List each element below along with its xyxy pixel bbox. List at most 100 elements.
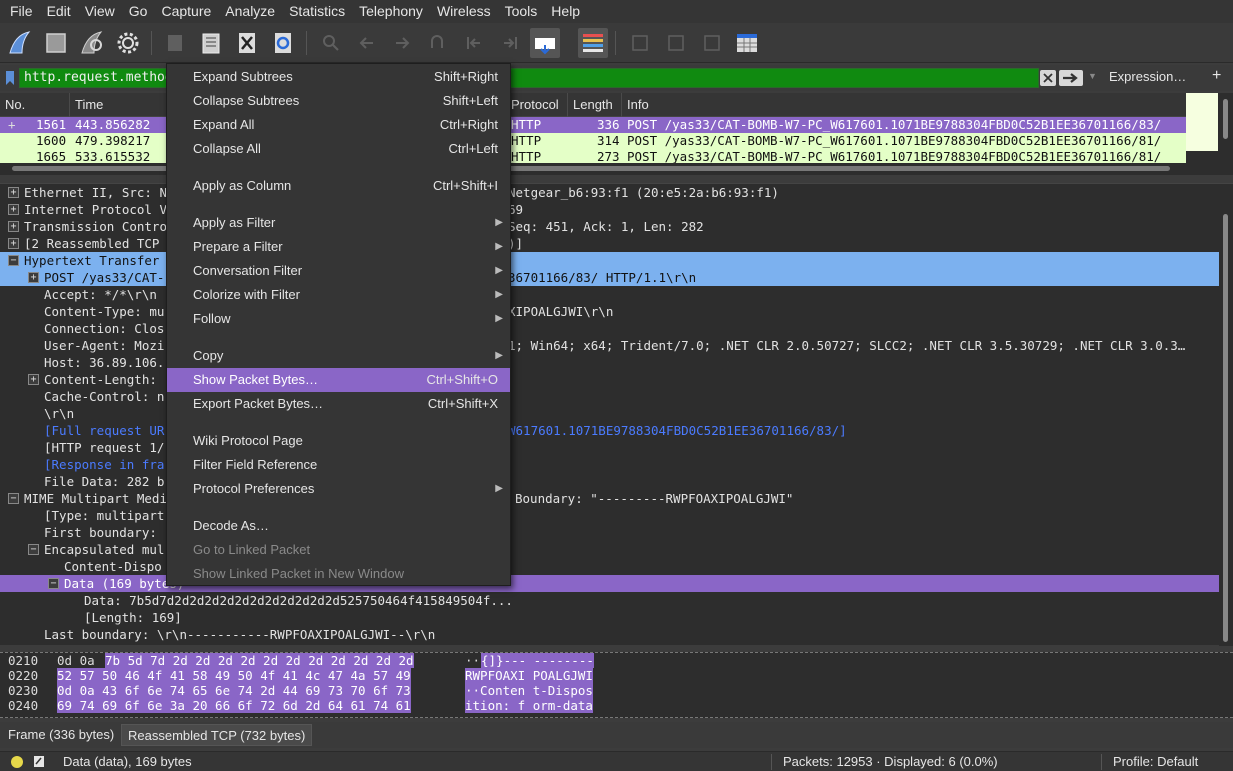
expand-icon[interactable]: + bbox=[28, 272, 39, 283]
menubar: File Edit View Go Capture Analyze Statis… bbox=[0, 0, 1233, 23]
menu-item-prepare-a-filter[interactable]: Prepare a Filter ▶ bbox=[167, 235, 510, 259]
clear-filter-icon[interactable] bbox=[1040, 70, 1056, 86]
menu-item-collapse-all[interactable]: Collapse All Ctrl+Left bbox=[167, 137, 510, 161]
go-back-icon[interactable] bbox=[352, 28, 382, 58]
menu-item-wiki-protocol-page[interactable]: Wiki Protocol Page bbox=[167, 429, 510, 453]
collapse-icon[interactable]: − bbox=[8, 493, 19, 504]
related-packet-icon: + bbox=[8, 117, 16, 132]
capture-comment-icon[interactable] bbox=[33, 755, 45, 768]
expand-icon[interactable]: + bbox=[8, 204, 19, 215]
collapse-icon[interactable]: − bbox=[28, 544, 39, 555]
expand-icon[interactable]: + bbox=[8, 221, 19, 232]
resize-columns-icon[interactable] bbox=[732, 28, 762, 58]
selected-field-info: Data (data), 169 bytes bbox=[63, 754, 192, 769]
packet-info: POST /yas33/CAT-BOMB-W7-PC_W617601.1071B… bbox=[627, 117, 1162, 132]
tab-reassembled-tcp[interactable]: Reassembled TCP (732 bytes) bbox=[121, 724, 313, 746]
menu-tools[interactable]: Tools bbox=[498, 0, 545, 23]
menu-item-show-packet-bytes[interactable]: Show Packet Bytes… Ctrl+Shift+O bbox=[167, 368, 510, 392]
bookmark-icon[interactable] bbox=[3, 69, 17, 87]
menu-telephony[interactable]: Telephony bbox=[352, 0, 430, 23]
menu-item-filter-field-reference[interactable]: Filter Field Reference bbox=[167, 453, 510, 477]
first-packet-icon[interactable] bbox=[459, 28, 489, 58]
close-file-icon[interactable] bbox=[232, 28, 262, 58]
menu-item-expand-all[interactable]: Expand All Ctrl+Right bbox=[167, 113, 510, 137]
expand-icon[interactable]: + bbox=[8, 187, 19, 198]
go-forward-icon[interactable] bbox=[387, 28, 417, 58]
tree-item[interactable]: Data: 7b5d7d2d2d2d2d2d2d2d2d2d2d2d525750… bbox=[0, 592, 1219, 609]
menu-item-apply-as-filter[interactable]: Apply as Filter ▶ bbox=[167, 211, 510, 235]
save-file-icon[interactable] bbox=[196, 28, 226, 58]
last-packet-icon[interactable] bbox=[495, 28, 525, 58]
menu-help[interactable]: Help bbox=[544, 0, 587, 23]
menu-item-copy[interactable]: Copy ▶ bbox=[167, 344, 510, 368]
menu-item-apply-as-column[interactable]: Apply as Column Ctrl+Shift+I bbox=[167, 174, 510, 198]
packet-list-vscroll[interactable] bbox=[1219, 93, 1233, 163]
shark-fin-start-icon[interactable] bbox=[5, 28, 35, 58]
tab-frame-bytes[interactable]: Frame (336 bytes) bbox=[2, 724, 120, 746]
menu-file[interactable]: File bbox=[0, 0, 40, 23]
tree-item[interactable]: [Length: 169] bbox=[0, 609, 1219, 626]
menu-view[interactable]: View bbox=[78, 0, 122, 23]
menu-item-collapse-subtrees[interactable]: Collapse Subtrees Shift+Left bbox=[167, 89, 510, 113]
zoom-in-icon[interactable] bbox=[625, 28, 655, 58]
autoscroll-icon[interactable] bbox=[530, 28, 560, 58]
collapse-icon[interactable]: − bbox=[48, 578, 59, 589]
status-bar: Data (data), 169 bytes Packets: 12953 · … bbox=[0, 751, 1233, 771]
menu-item-follow[interactable]: Follow ▶ bbox=[167, 307, 510, 331]
menu-capture[interactable]: Capture bbox=[154, 0, 218, 23]
normal-size-icon[interactable] bbox=[697, 28, 727, 58]
menu-item-protocol-preferences[interactable]: Protocol Preferences ▶ bbox=[167, 477, 510, 501]
bytes-row[interactable]: 0230 0d 0a 43 6f 6e 74 65 6e 74 2d 44 69… bbox=[0, 683, 1219, 698]
column-header-info[interactable]: Info bbox=[622, 93, 1186, 117]
menu-item-go-to-linked-packet[interactable]: Go to Linked Packet bbox=[167, 538, 510, 562]
bytes-row[interactable]: 0240 69 74 69 6f 6e 3a 20 66 6f 72 6d 2d… bbox=[0, 698, 1219, 713]
restart-capture-icon[interactable] bbox=[77, 28, 107, 58]
expand-icon[interactable]: + bbox=[28, 374, 39, 385]
submenu-arrow-icon: ▶ bbox=[495, 313, 503, 324]
packet-minimap[interactable] bbox=[1186, 93, 1218, 151]
packet-protocol: HTTP bbox=[511, 149, 542, 163]
details-vscroll[interactable] bbox=[1219, 184, 1233, 646]
packet-time: 443.856282 bbox=[75, 117, 151, 132]
menu-statistics[interactable]: Statistics bbox=[282, 0, 352, 23]
open-file-icon[interactable] bbox=[160, 28, 190, 58]
expression-button[interactable]: Expression… bbox=[1109, 69, 1186, 84]
tree-item[interactable]: Last boundary: \r\n-----------RWPFOAXIPO… bbox=[0, 626, 1219, 643]
column-header-no[interactable]: No. bbox=[0, 93, 70, 117]
menu-go[interactable]: Go bbox=[122, 0, 155, 23]
column-header-protocol[interactable]: Protocol bbox=[506, 93, 568, 117]
apply-filter-icon[interactable] bbox=[1059, 70, 1083, 86]
submenu-arrow-icon: ▶ bbox=[495, 289, 503, 300]
colorize-icon[interactable] bbox=[578, 28, 608, 58]
menu-item-expand-subtrees[interactable]: Expand Subtrees Shift+Right bbox=[167, 65, 510, 89]
find-packet-icon[interactable] bbox=[316, 28, 346, 58]
stop-capture-icon[interactable] bbox=[41, 28, 71, 58]
menu-edit[interactable]: Edit bbox=[40, 0, 78, 23]
packet-info: POST /yas33/CAT-BOMB-W7-PC_W617601.1071B… bbox=[627, 149, 1162, 163]
menu-analyze[interactable]: Analyze bbox=[218, 0, 282, 23]
bytes-row[interactable]: 0220 52 57 50 46 4f 41 58 49 50 4f 41 4c… bbox=[0, 668, 1219, 683]
add-filter-button[interactable]: + bbox=[1212, 67, 1221, 85]
expand-icon[interactable]: + bbox=[8, 238, 19, 249]
go-to-packet-icon[interactable] bbox=[422, 28, 452, 58]
column-header-length[interactable]: Length bbox=[568, 93, 622, 117]
packet-protocol: HTTP bbox=[511, 117, 542, 132]
submenu-arrow-icon: ▶ bbox=[495, 241, 503, 252]
menu-wireless[interactable]: Wireless bbox=[430, 0, 498, 23]
filter-history-chevron-icon[interactable]: ▼ bbox=[1088, 71, 1097, 81]
expert-info-icon[interactable] bbox=[11, 756, 23, 768]
reload-file-icon[interactable] bbox=[268, 28, 298, 58]
submenu-arrow-icon: ▶ bbox=[495, 217, 503, 228]
submenu-arrow-icon: ▶ bbox=[495, 265, 503, 276]
column-header-time[interactable]: Time bbox=[70, 93, 170, 117]
menu-item-colorize-with-filter[interactable]: Colorize with Filter ▶ bbox=[167, 283, 510, 307]
bytes-row[interactable]: 0210 0d 0a 7b 5d 7d 2d 2d 2d 2d 2d 2d 2d… bbox=[0, 653, 1219, 668]
capture-options-icon[interactable] bbox=[113, 28, 143, 58]
zoom-out-icon[interactable] bbox=[661, 28, 691, 58]
menu-item-decode-as[interactable]: Decode As… bbox=[167, 514, 510, 538]
collapse-icon[interactable]: − bbox=[8, 255, 19, 266]
menu-item-show-linked-packet-new-window[interactable]: Show Linked Packet in New Window bbox=[167, 562, 510, 586]
menu-item-conversation-filter[interactable]: Conversation Filter ▶ bbox=[167, 259, 510, 283]
profile-status[interactable]: Profile: Default bbox=[1113, 752, 1198, 771]
menu-item-export-packet-bytes[interactable]: Export Packet Bytes… Ctrl+Shift+X bbox=[167, 392, 510, 416]
